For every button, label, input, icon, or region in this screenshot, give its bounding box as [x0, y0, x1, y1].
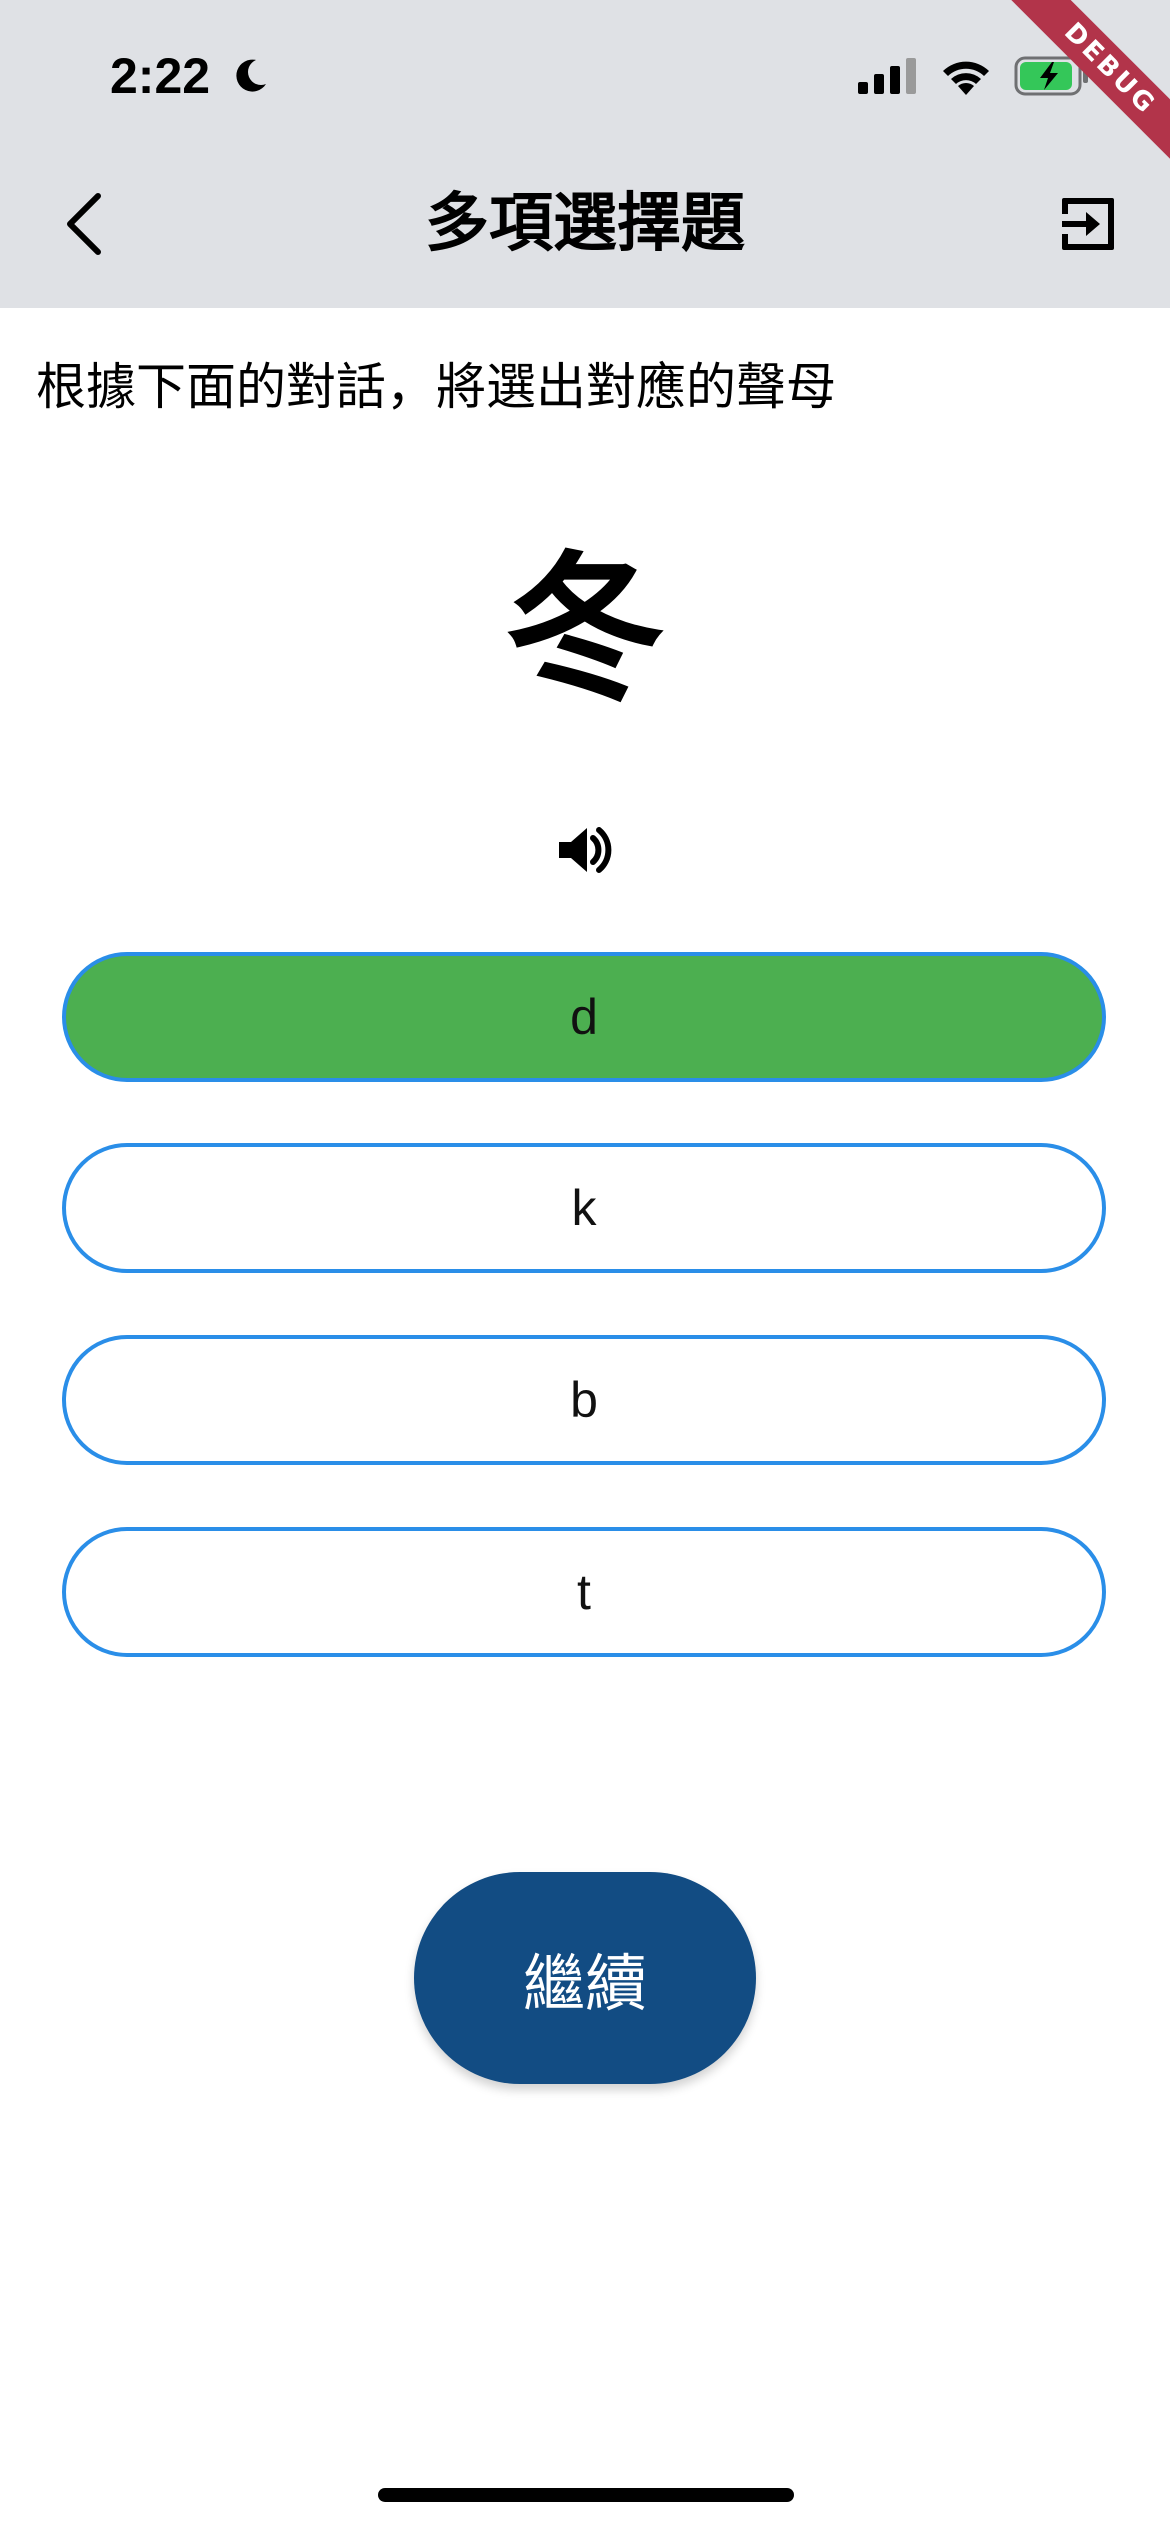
option-button[interactable]: k	[62, 1143, 1106, 1273]
wifi-icon	[943, 61, 989, 95]
status-time: 2:22	[110, 48, 211, 104]
moon-icon	[236, 59, 266, 92]
instruction-text: 根據下面的對話，將選出對應的聲母	[36, 358, 836, 416]
speaker-icon[interactable]	[555, 820, 615, 880]
exit-icon	[1062, 198, 1114, 250]
question-character: 冬	[504, 536, 665, 723]
cellular-signal-icon	[858, 58, 916, 94]
home-indicator[interactable]	[378, 2488, 794, 2502]
debug-label: DEBUG	[990, 0, 1170, 180]
option-button[interactable]: b	[62, 1335, 1106, 1465]
exit-button[interactable]	[1050, 186, 1126, 262]
page-title: 多項選擇題	[425, 187, 745, 261]
debug-ribbon: DEBUG	[990, 0, 1170, 180]
continue-button[interactable]: 繼續	[414, 1872, 756, 2084]
option-button[interactable]: t	[62, 1527, 1106, 1657]
option-button[interactable]: d	[62, 952, 1106, 1082]
